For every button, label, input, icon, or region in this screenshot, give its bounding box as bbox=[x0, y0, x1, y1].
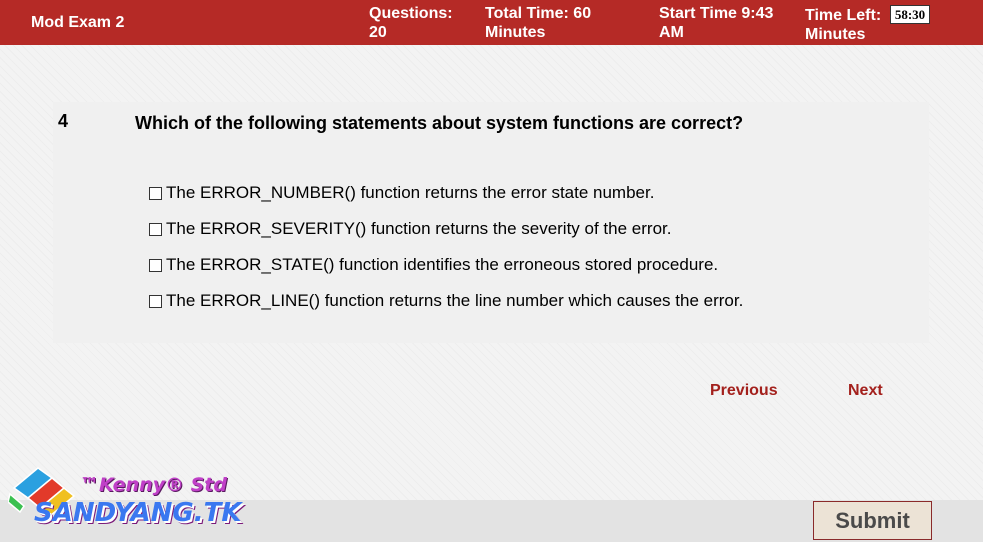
answer-option-4[interactable]: The ERROR_LINE() function returns the li… bbox=[149, 290, 743, 312]
answer-option-2[interactable]: The ERROR_SEVERITY() function returns th… bbox=[149, 218, 671, 240]
start-time: Start Time 9:43 AM bbox=[659, 5, 774, 41]
exam-header: Mod Exam 2 Questions: 20 Total Time: 60 … bbox=[0, 0, 983, 45]
option-checkbox-3[interactable] bbox=[149, 258, 162, 272]
previous-link[interactable]: Previous bbox=[710, 382, 778, 400]
option-label-4: The ERROR_LINE() function returns the li… bbox=[166, 291, 744, 310]
option-checkbox-4[interactable] bbox=[149, 294, 162, 308]
watermark-site-text: SANDYANG.TK bbox=[34, 498, 242, 528]
next-link[interactable]: Next bbox=[848, 382, 883, 400]
answer-option-1[interactable]: The ERROR_NUMBER() function returns the … bbox=[149, 182, 654, 204]
total-time: Total Time: 60 Minutes bbox=[485, 5, 592, 41]
watermark-brand-text: ™Kenny® Std bbox=[80, 474, 227, 496]
question-panel: 4 Which of the following statements abou… bbox=[53, 102, 929, 343]
answer-option-3[interactable]: The ERROR_STATE() function identifies th… bbox=[149, 254, 718, 276]
time-left-label: Time Left: Minutes bbox=[805, 7, 882, 43]
questions-count: Questions: 20 bbox=[369, 5, 453, 41]
option-label-2: The ERROR_SEVERITY() function returns th… bbox=[166, 219, 672, 238]
option-label-3: The ERROR_STATE() function identifies th… bbox=[166, 255, 719, 274]
submit-button[interactable]: Submit bbox=[813, 501, 932, 540]
question-text: Which of the following statements about … bbox=[135, 113, 744, 133]
option-checkbox-1[interactable] bbox=[149, 186, 162, 200]
question-number: 4 bbox=[58, 111, 69, 131]
exam-title: Mod Exam 2 bbox=[31, 14, 125, 31]
option-checkbox-2[interactable] bbox=[149, 222, 162, 236]
option-label-1: The ERROR_NUMBER() function returns the … bbox=[166, 183, 655, 202]
time-left-value: 58:30 bbox=[890, 5, 930, 24]
